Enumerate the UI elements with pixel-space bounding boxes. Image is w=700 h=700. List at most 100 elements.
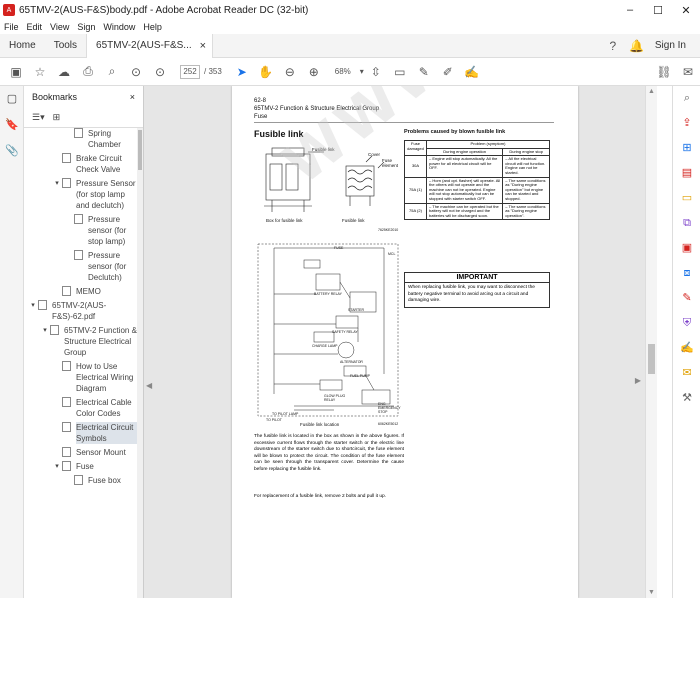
fit-page-icon[interactable]: ⇳: [364, 65, 388, 79]
bookmarks-icon[interactable]: 🔖: [0, 112, 24, 138]
tab-home[interactable]: Home: [0, 34, 45, 58]
bookmark-page-icon: [62, 361, 71, 371]
notifications-bell-icon[interactable]: 🔔: [625, 39, 649, 53]
compress-pdf-icon[interactable]: ▣: [673, 236, 700, 261]
scroll-up-icon[interactable]: ▲: [648, 88, 655, 95]
row-amp: 30A: [404, 155, 427, 178]
acrobat-app-icon: A: [3, 4, 15, 16]
bookmark-item[interactable]: ▾ Pressure Sensor (for stop lamp and decl…: [24, 178, 138, 211]
bookmark-item[interactable]: Pressure sensor (for stop lamp): [24, 214, 138, 247]
bookmark-item[interactable]: Fuse box: [24, 475, 138, 486]
bookmark-star-icon[interactable]: ☆: [28, 65, 52, 79]
fill-sign-tool-icon[interactable]: ✍: [673, 336, 700, 361]
protect-icon[interactable]: ⛨: [673, 311, 700, 336]
bookmark-item[interactable]: Electrical Circuit Symbols: [24, 422, 138, 444]
left-navigation-rail: ▢ 🔖 📎: [0, 86, 24, 598]
next-page-icon[interactable]: ⊙: [148, 65, 172, 79]
draw-icon[interactable]: ✐: [436, 65, 460, 79]
combine-files-icon[interactable]: ⧉: [673, 211, 700, 236]
close-bookmarks-icon[interactable]: ×: [130, 92, 135, 102]
menu-sign[interactable]: Sign: [77, 22, 95, 32]
bookmark-label: Pressure Sensor (for stop lamp and declu…: [76, 179, 136, 210]
tab-close-icon[interactable]: ×: [200, 40, 206, 52]
menu-bar: File Edit View Sign Window Help: [0, 20, 700, 34]
document-viewer[interactable]: ◀ 62-8 65TMV-2 Function & Structure Elec…: [144, 86, 657, 598]
comment-icon[interactable]: ▭: [388, 65, 412, 79]
problems-table: Fuse damaged Problem (symptom) During en…: [404, 139, 550, 221]
more-tools-icon[interactable]: ⚒: [673, 386, 700, 411]
menu-window[interactable]: Window: [103, 22, 135, 32]
figure-label-fusible: Fusible link: [312, 147, 335, 152]
menu-file[interactable]: File: [4, 22, 19, 32]
important-notice: IMPORTANT When replacing fusible link, y…: [404, 272, 550, 308]
chevron-down-icon[interactable]: ▾: [28, 300, 38, 311]
bookmark-options-icon[interactable]: ☰▾: [32, 112, 45, 123]
tab-tools[interactable]: Tools: [45, 34, 86, 58]
scroll-down-icon[interactable]: ▼: [648, 589, 655, 596]
highlight-pen-icon[interactable]: ✎: [412, 65, 436, 79]
row-amp: 75A (1): [404, 176, 427, 204]
edit-pdf-icon[interactable]: ▤: [673, 161, 700, 186]
page-count: / 353: [204, 67, 222, 76]
redact-icon[interactable]: ✎: [673, 286, 700, 311]
document-scrollbar[interactable]: ▲ ▼: [645, 86, 657, 598]
tab-document[interactable]: 65TMV-2(AUS-F&S... ×: [86, 33, 214, 58]
sign-in-button[interactable]: Sign In: [649, 40, 700, 51]
bookmark-item[interactable]: ▾ 65TMV-2 Function & Structure Electrical…: [24, 325, 138, 358]
zoom-level-input[interactable]: 68%: [328, 67, 358, 76]
menu-view[interactable]: View: [50, 22, 69, 32]
close-window-button[interactable]: ✕: [672, 4, 700, 17]
bookmark-page-icon: [62, 397, 71, 407]
circuit-caption: Fusible link location: [300, 422, 340, 427]
share-link-icon[interactable]: ⛓: [652, 65, 676, 79]
send-for-comments-icon[interactable]: ✉: [673, 361, 700, 386]
page-thumbnails-icon[interactable]: ▢: [0, 86, 24, 112]
chevron-down-icon[interactable]: ▾: [52, 178, 62, 189]
circuit-label-fuse: FUSE: [334, 246, 344, 250]
help-icon[interactable]: ?: [601, 39, 625, 53]
bookmarks-tree: Spring Chamber Brake Circuit Check Valve ▾…: [24, 128, 138, 598]
mail-icon[interactable]: ✉: [676, 65, 700, 79]
save-icon[interactable]: ▣: [4, 65, 28, 79]
comment-tool-icon[interactable]: ▭: [673, 186, 700, 211]
export-pdf-icon[interactable]: ⇪: [673, 111, 700, 136]
zoom-in-icon[interactable]: ⊕: [302, 65, 326, 79]
previous-page-icon[interactable]: ⊙: [124, 65, 148, 79]
menu-edit[interactable]: Edit: [27, 22, 43, 32]
expand-right-panel-icon[interactable]: ▶: [635, 376, 641, 385]
bookmark-label: Sensor Mount: [76, 448, 126, 457]
create-pdf-icon[interactable]: ⊞: [673, 136, 700, 161]
chevron-down-icon[interactable]: ▾: [52, 461, 62, 472]
bookmark-item[interactable]: MEMO: [24, 286, 138, 297]
bookmark-item[interactable]: Sensor Mount: [24, 447, 138, 458]
bookmark-item[interactable]: ▾ Fuse: [24, 461, 138, 472]
bookmarks-scrollbar[interactable]: [137, 128, 143, 598]
minimize-button[interactable]: –: [616, 4, 644, 16]
upload-cloud-icon[interactable]: ☁: [52, 65, 76, 79]
hand-tool-icon[interactable]: ✋: [254, 65, 278, 79]
scroll-thumb[interactable]: [648, 344, 655, 374]
bookmark-item[interactable]: How to Use Electrical Wiring Diagram: [24, 361, 138, 394]
collapse-left-panel-icon[interactable]: ◀: [146, 381, 152, 390]
bookmark-item[interactable]: Electrical Cable Color Codes: [24, 397, 138, 419]
bookmark-item[interactable]: Pressure sensor (for Declutch): [24, 250, 138, 283]
select-cursor-icon[interactable]: ➤: [230, 65, 254, 79]
attachments-icon[interactable]: 📎: [0, 138, 24, 164]
search-tools-icon[interactable]: ⌕: [673, 86, 700, 111]
organize-pages-icon[interactable]: ⧈: [673, 261, 700, 286]
find-icon[interactable]: ⌕: [100, 64, 124, 79]
bookmark-item[interactable]: Spring Chamber: [24, 128, 138, 150]
fill-sign-icon[interactable]: ✍: [460, 65, 484, 79]
problems-title: Problems caused by blown fusible link: [404, 129, 506, 135]
bookmarks-title: Bookmarks: [32, 92, 78, 102]
menu-help[interactable]: Help: [143, 22, 162, 32]
zoom-out-icon[interactable]: ⊖: [278, 65, 302, 79]
bookmark-item[interactable]: ▾ 65TMV-2(AUS-F&S)-62.pdf: [24, 300, 138, 322]
page-number-input[interactable]: 252: [180, 64, 200, 79]
chevron-down-icon[interactable]: ▾: [40, 325, 50, 336]
bookmark-item[interactable]: Brake Circuit Check Valve: [24, 153, 138, 175]
body-paragraph-1: The fusible link is located in the box a…: [254, 434, 404, 472]
maximize-button[interactable]: ☐: [644, 4, 672, 17]
new-bookmark-icon[interactable]: ⊞: [53, 112, 61, 123]
print-icon[interactable]: ⎙: [76, 64, 100, 79]
